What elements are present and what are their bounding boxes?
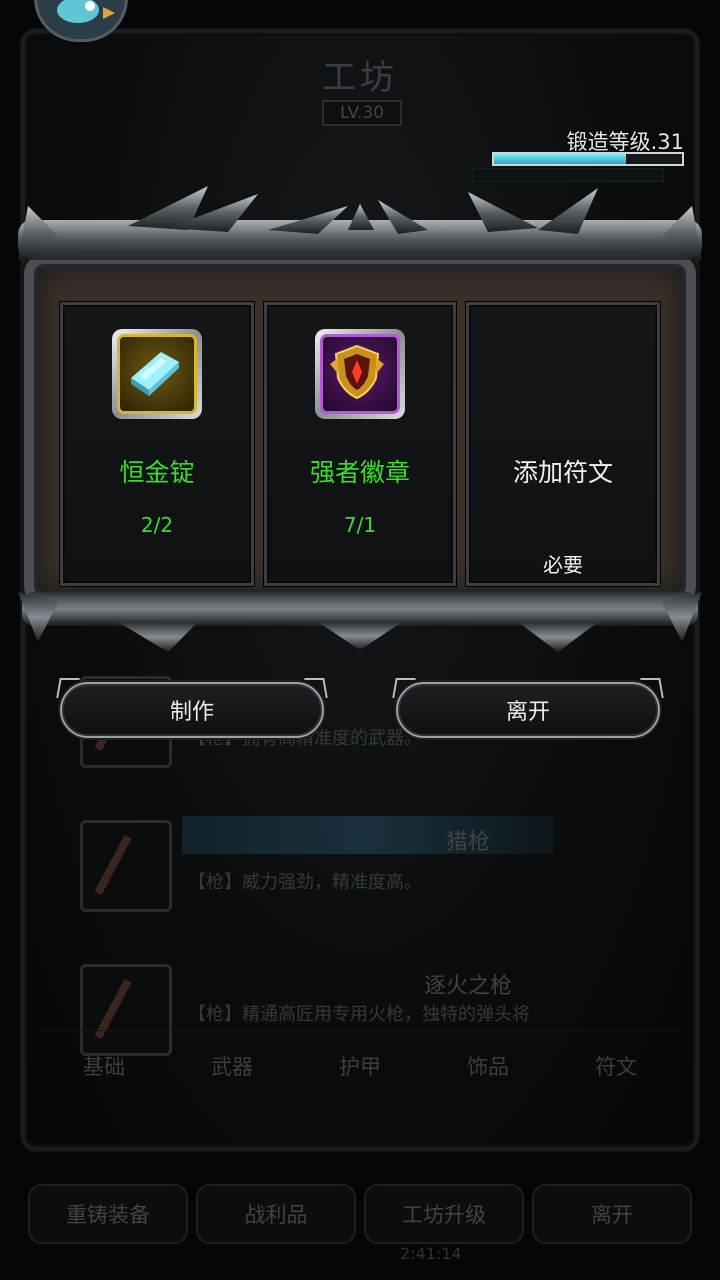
item-name: 逐火之枪 xyxy=(423,974,512,999)
material-slot-ingot[interactable]: 恒金锭 2/2 xyxy=(60,302,254,586)
material-slots: 恒金锭 2/2 强者徽章 7/1 添加符文 必要 xyxy=(60,302,660,586)
workshop-level: LV.30 xyxy=(322,100,402,126)
workshop-upgrade-button[interactable]: 工坊升级 xyxy=(364,1184,524,1244)
material-name: 强者徽章 xyxy=(309,458,410,487)
rune-slot[interactable]: 添加符文 必要 xyxy=(466,302,660,586)
tab-weapon[interactable]: 武器 xyxy=(199,1037,269,1095)
item-desc: 【枪】精通高匠用专用火枪，独特的弹头将 xyxy=(188,1004,530,1025)
bottom-bar: 重铸装备 战利品 工坊升级 离开 xyxy=(28,1184,692,1244)
material-count: 7/1 xyxy=(343,513,377,537)
material-icon-frame xyxy=(315,329,405,419)
forge-progress-bar xyxy=(492,152,684,166)
item-desc: 【枪】威力强劲，精准度高。 xyxy=(188,872,422,893)
secondary-progress-bar xyxy=(472,168,664,182)
spiked-frame-bottom xyxy=(18,592,702,652)
bottom-leave-button[interactable]: 离开 xyxy=(532,1184,692,1244)
material-icon-frame xyxy=(112,329,202,419)
ingot-icon xyxy=(117,334,197,414)
workshop-title: 工坊 xyxy=(322,58,398,98)
item-slot xyxy=(80,820,172,912)
badge-icon xyxy=(320,334,400,414)
category-tabs: 基础 武器 护甲 饰品 符文 xyxy=(40,1030,680,1101)
tab-basic[interactable]: 基础 xyxy=(83,1051,125,1081)
tab-rune[interactable]: 符文 xyxy=(595,1051,637,1081)
loot-button[interactable]: 战利品 xyxy=(196,1184,356,1244)
tab-armor[interactable]: 护甲 xyxy=(339,1051,381,1081)
material-name: 恒金锭 xyxy=(119,458,195,487)
material-slot-badge[interactable]: 强者徽章 7/1 xyxy=(264,302,456,586)
item-name: 猎枪 xyxy=(445,830,490,855)
list-item[interactable]: 猎枪 【枪】威力强劲，精准度高。 xyxy=(80,820,640,912)
leave-button[interactable]: 离开 xyxy=(396,682,660,738)
material-count: 2/2 xyxy=(140,513,174,537)
make-button[interactable]: 制作 xyxy=(60,682,324,738)
reforge-button[interactable]: 重铸装备 xyxy=(28,1184,188,1244)
add-rune-label: 添加符文 xyxy=(512,458,613,487)
clock: 2:41:14 xyxy=(400,1244,462,1263)
rune-required-label: 必要 xyxy=(543,553,583,577)
spiked-frame-top xyxy=(18,186,702,260)
tab-accessory[interactable]: 饰品 xyxy=(467,1051,509,1081)
forge-progress-fill xyxy=(494,154,626,164)
